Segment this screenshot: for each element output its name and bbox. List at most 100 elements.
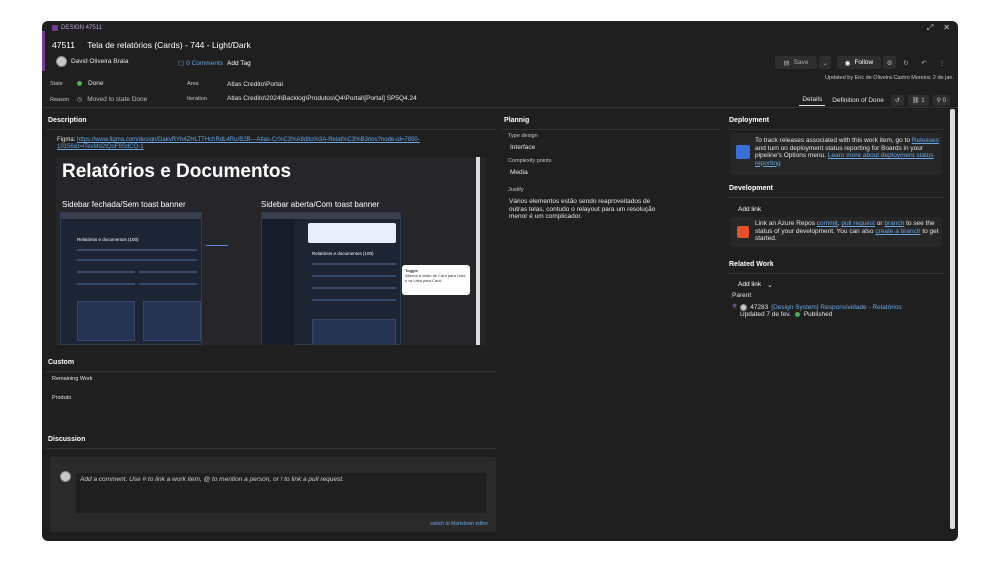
parent-item-title[interactable]: [Design System] Responsividade - Relatór…	[771, 304, 901, 311]
figma-link[interactable]: https://www.figma.com/design/DakvRYh4ZHL…	[57, 137, 420, 150]
history-icon: ◷	[77, 97, 83, 103]
deployment-text: To track releases associated with this w…	[755, 137, 939, 167]
planning-divider	[502, 129, 720, 130]
expand-icon[interactable]: ⤢	[927, 23, 933, 33]
chevron-down-icon: ⌄	[767, 282, 773, 289]
header-divider	[42, 107, 958, 108]
more-actions-button[interactable]: ⋮	[934, 56, 950, 69]
paperclip-icon: ⚲	[936, 97, 941, 104]
justify-value[interactable]: Vários elementos estão sendo reaproveita…	[509, 198, 657, 221]
follow-label: Follow	[854, 59, 874, 66]
toolbar: ▤ Save ⌄ ◉ Follow ⚙ ↻ ↶ ⋮	[775, 56, 950, 69]
avatar	[56, 56, 67, 67]
right-panel-scrollbar[interactable]	[950, 109, 955, 529]
embed-line	[312, 287, 396, 289]
embed-left-screen: Relatórios e documentos (100)	[60, 212, 202, 345]
embed-right-screen: Relatórios e documentos (100)	[261, 212, 401, 345]
description-editor[interactable]: Figma: https://www.figma.com/design/Dakv…	[52, 133, 494, 345]
markdown-editor-link[interactable]: switch to Markdown editor	[430, 521, 488, 527]
work-item-id: 47511	[52, 40, 76, 50]
comment-icon: ▢	[178, 60, 185, 67]
embed-line	[312, 263, 396, 265]
comments-label: 0 Comments	[186, 59, 224, 67]
branch-link[interactable]: branch	[884, 220, 904, 227]
embed-right-caption: Sidebar aberta/Com toast banner	[261, 200, 380, 209]
tab-details[interactable]: Details	[799, 94, 826, 106]
work-item-title[interactable]: Tela de relatórios (Cards) - 744 - Light…	[87, 40, 250, 50]
state-field[interactable]: Done	[77, 80, 104, 87]
embed-line	[77, 259, 197, 261]
embed-right-screen-heading: Relatórios e documentos (100)	[312, 251, 374, 256]
custom-heading: Custom	[48, 359, 75, 366]
save-icon: ▤	[783, 59, 790, 67]
close-icon[interactable]: ✕	[943, 23, 950, 33]
work-item-dialog: DESIGN 47511 ⤢ ✕ 47511 Tela de relatório…	[42, 21, 958, 541]
embed-scrollbar[interactable]	[476, 157, 480, 345]
refresh-icon: ↻	[903, 59, 909, 67]
embed-title: Relatórios e Documentos	[62, 161, 292, 182]
comment-input[interactable]: Add a comment. Use # to link a work item…	[76, 473, 486, 513]
parent-item-state: Published	[803, 311, 833, 318]
state-label: State	[50, 81, 63, 87]
reason-value: Moved to state Done	[87, 96, 148, 103]
tab-attachments[interactable]: ⚲ 0	[932, 94, 950, 106]
links-count: 1	[921, 97, 925, 104]
embed-card	[312, 319, 396, 345]
related-add-link-label: Add link	[738, 281, 762, 288]
type-design-value[interactable]: Interface	[510, 144, 535, 151]
settings-button[interactable]: ⚙	[883, 56, 896, 69]
add-tag-button[interactable]: Add Tag	[227, 60, 251, 67]
pull-request-link[interactable]: pull request	[841, 220, 875, 227]
tab-definition-of-done[interactable]: Definition of Done	[829, 95, 887, 106]
development-add-link-button[interactable]: Add link	[738, 206, 761, 213]
gear-icon: ⚙	[886, 59, 893, 67]
follow-icon: ◉	[844, 59, 851, 67]
published-indicator	[794, 312, 800, 317]
related-add-link-button[interactable]: Add link ⌄	[738, 281, 773, 289]
iteration-label: Iteration	[187, 96, 207, 102]
deployment-divider	[727, 129, 945, 130]
embed-toast	[308, 223, 396, 243]
comment-box: Add a comment. Use # to link a work item…	[50, 457, 496, 532]
embed-tooltip-text: Alterna a visão de Card para Lista e vs …	[405, 273, 466, 283]
embed-sidebar	[262, 219, 294, 345]
reason-field[interactable]: ◷ Moved to state Done	[77, 96, 147, 103]
area-field[interactable]: Atlas Credito\Portal	[227, 81, 283, 88]
undo-button[interactable]: ↶	[916, 56, 932, 69]
tab-links[interactable]: ⛓ 1	[907, 94, 929, 106]
parent-item-id: 47283	[750, 303, 769, 311]
embed-line	[312, 275, 396, 277]
iteration-field[interactable]: Atlas Credito\2024\Backlog\Produtos\Q4\P…	[227, 95, 417, 102]
tab-history[interactable]: ↺	[890, 94, 904, 106]
remaining-work-label: Remaining Work	[52, 376, 93, 382]
complexity-value[interactable]: Media	[510, 169, 528, 176]
avatar	[60, 471, 71, 482]
embed-line	[312, 299, 396, 301]
related-work-heading: Related Work	[729, 261, 774, 268]
more-icon: ⋮	[938, 59, 946, 67]
commit-link[interactable]: commit	[817, 220, 838, 227]
updated-info: Updated by Eric de Oliveira Castro Morei…	[824, 75, 954, 81]
development-text-1: Link an Azure Repos	[755, 220, 815, 227]
releases-link[interactable]: Releases	[912, 137, 939, 144]
parent-work-item[interactable]: ⎈ 47283 [Design System] Responsividade -…	[732, 303, 902, 311]
deployment-heading: Deployment	[729, 117, 770, 124]
embed-browser-bar	[61, 213, 201, 219]
state-value: Done	[88, 80, 104, 87]
development-divider	[727, 197, 945, 198]
follow-button[interactable]: ◉ Follow	[837, 56, 881, 69]
embed-line	[77, 249, 197, 251]
save-button[interactable]: ▤ Save	[775, 56, 817, 69]
save-options-button[interactable]: ⌄	[819, 56, 831, 69]
comments-link[interactable]: ▢ 0 Comments	[178, 59, 224, 68]
create-branch-link[interactable]: create a branch	[875, 228, 920, 235]
development-or: or	[876, 220, 883, 227]
refresh-button[interactable]: ↻	[898, 56, 914, 69]
deployment-text-1: To track releases associated with this w…	[755, 137, 910, 144]
detail-tabs: Details Definition of Done ↺ ⛓ 1 ⚲ 0	[799, 94, 950, 106]
area-label: Area	[187, 81, 199, 87]
figma-embed-image: Relatórios e Documentos Sidebar fechada/…	[56, 157, 486, 345]
produto-label: Produto	[52, 395, 72, 401]
assignee[interactable]: David Oliveira Braia	[56, 56, 128, 67]
undo-icon: ↶	[921, 59, 927, 67]
